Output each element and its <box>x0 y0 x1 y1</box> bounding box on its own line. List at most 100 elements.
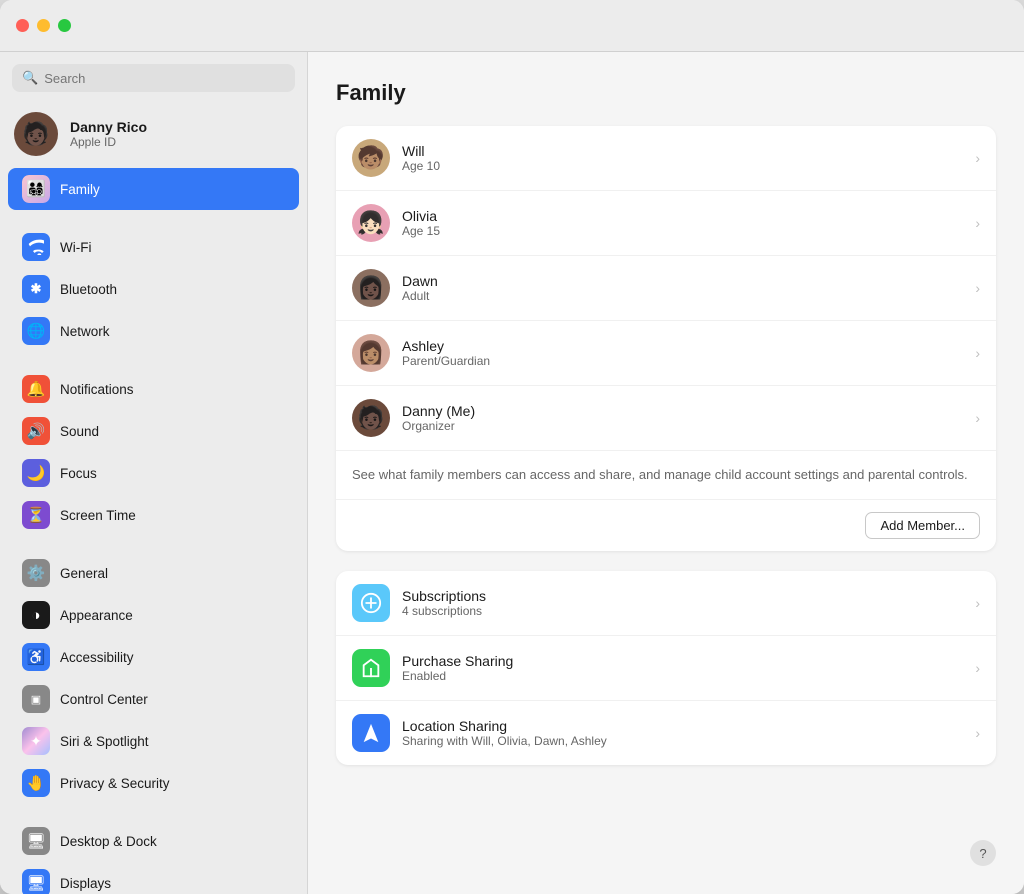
sidebar-item-wifi[interactable]: Wi-Fi <box>8 226 299 268</box>
chevron-icon: › <box>975 215 980 231</box>
desktop-icon: 🖥 <box>22 827 50 855</box>
location-icon <box>352 714 390 752</box>
close-button[interactable] <box>16 19 29 32</box>
member-role-will: Age 10 <box>402 159 963 173</box>
sidebar-item-label: Bluetooth <box>60 282 117 297</box>
siri-icon: ✦ <box>22 727 50 755</box>
sidebar-item-label: Appearance <box>60 608 133 623</box>
member-avatar-olivia: 👧🏻 <box>352 204 390 242</box>
bluetooth-icon: ✱ <box>22 275 50 303</box>
sidebar-item-label: Family <box>60 182 100 197</box>
member-info-dawn: Dawn Adult <box>402 273 963 303</box>
chevron-icon: › <box>975 150 980 166</box>
sidebar-item-label: Privacy & Security <box>60 776 170 791</box>
service-name-purchase: Purchase Sharing <box>402 653 963 669</box>
screentime-icon: ⏳ <box>22 501 50 529</box>
page-title: Family <box>336 80 996 106</box>
chevron-icon: › <box>975 595 980 611</box>
minimize-button[interactable] <box>37 19 50 32</box>
sidebar-item-appearance[interactable]: ◑ Appearance <box>8 594 299 636</box>
member-row-dawn[interactable]: 👩🏿 Dawn Adult › <box>336 256 996 321</box>
member-info-will: Will Age 10 <box>402 143 963 173</box>
sidebar-item-displays[interactable]: 🖥 Displays <box>8 862 299 894</box>
sound-icon: 🔊 <box>22 417 50 445</box>
member-info-danny: Danny (Me) Organizer <box>402 403 963 433</box>
sidebar-item-family[interactable]: 👨‍👩‍👧‍👦 Family <box>8 168 299 210</box>
avatar: 🧑🏿 <box>14 112 58 156</box>
sidebar-item-screentime[interactable]: ⏳ Screen Time <box>8 494 299 536</box>
sidebar-item-label: Desktop & Dock <box>60 834 157 849</box>
member-avatar-dawn: 👩🏿 <box>352 269 390 307</box>
user-profile[interactable]: 🧑🏿 Danny Rico Apple ID <box>0 104 307 168</box>
chevron-icon: › <box>975 280 980 296</box>
sidebar-item-label: Control Center <box>60 692 148 707</box>
member-name-will: Will <box>402 143 963 159</box>
accessibility-icon: ♿ <box>22 643 50 671</box>
network-icon: 🌐 <box>22 317 50 345</box>
service-sub-purchase: Enabled <box>402 669 963 683</box>
maximize-button[interactable] <box>58 19 71 32</box>
search-input[interactable] <box>44 71 285 86</box>
service-row-subscriptions[interactable]: Subscriptions 4 subscriptions › <box>336 571 996 636</box>
sidebar-item-accessibility[interactable]: ♿ Accessibility <box>8 636 299 678</box>
sidebar-item-bluetooth[interactable]: ✱ Bluetooth <box>8 268 299 310</box>
member-role-dawn: Adult <box>402 289 963 303</box>
service-sub-location: Sharing with Will, Olivia, Dawn, Ashley <box>402 734 963 748</box>
sidebar-item-sound[interactable]: 🔊 Sound <box>8 410 299 452</box>
sidebar-item-label: Wi-Fi <box>60 240 91 255</box>
sidebar-item-label: Accessibility <box>60 650 134 665</box>
appearance-icon: ◑ <box>22 601 50 629</box>
member-name-olivia: Olivia <box>402 208 963 224</box>
member-info-ashley: Ashley Parent/Guardian <box>402 338 963 368</box>
add-member-button[interactable]: Add Member... <box>865 512 980 539</box>
sidebar-item-general[interactable]: ⚙️ General <box>8 552 299 594</box>
member-row-ashley[interactable]: 👩🏽 Ashley Parent/Guardian › <box>336 321 996 386</box>
titlebar <box>0 0 1024 52</box>
subscriptions-icon <box>352 584 390 622</box>
sidebar-item-siri[interactable]: ✦ Siri & Spotlight <box>8 720 299 762</box>
member-role-danny: Organizer <box>402 419 963 433</box>
member-avatar-ashley: 👩🏽 <box>352 334 390 372</box>
user-name: Danny Rico <box>70 119 147 135</box>
service-name-subscriptions: Subscriptions <box>402 588 963 604</box>
service-info-subscriptions: Subscriptions 4 subscriptions <box>402 588 963 618</box>
member-role-olivia: Age 15 <box>402 224 963 238</box>
service-info-purchase: Purchase Sharing Enabled <box>402 653 963 683</box>
sidebar-item-label: Displays <box>60 876 111 891</box>
member-row-olivia[interactable]: 👧🏻 Olivia Age 15 › <box>336 191 996 256</box>
chevron-icon: › <box>975 345 980 361</box>
member-row-will[interactable]: 🧒🏽 Will Age 10 › <box>336 126 996 191</box>
sidebar-item-network[interactable]: 🌐 Network <box>8 310 299 352</box>
search-box[interactable]: 🔍 <box>12 64 295 92</box>
sidebar-item-desktop[interactable]: 🖥 Desktop & Dock <box>8 820 299 862</box>
service-row-location[interactable]: Location Sharing Sharing with Will, Oliv… <box>336 701 996 765</box>
sidebar-item-label: Notifications <box>60 382 134 397</box>
member-avatar-danny: 🧑🏿 <box>352 399 390 437</box>
focus-icon: 🌙 <box>22 459 50 487</box>
main-content: Family 🧒🏽 Will Age 10 › 👧🏻 Olivia <box>308 52 1024 894</box>
sidebar-item-label: Screen Time <box>60 508 136 523</box>
sidebar-item-notifications[interactable]: 🔔 Notifications <box>8 368 299 410</box>
user-info: Danny Rico Apple ID <box>70 119 147 149</box>
sidebar-item-label: Siri & Spotlight <box>60 734 149 749</box>
member-name-ashley: Ashley <box>402 338 963 354</box>
privacy-icon: 🤚 <box>22 769 50 797</box>
traffic-lights <box>16 19 71 32</box>
service-name-location: Location Sharing <box>402 718 963 734</box>
member-role-ashley: Parent/Guardian <box>402 354 963 368</box>
member-row-danny[interactable]: 🧑🏿 Danny (Me) Organizer › <box>336 386 996 450</box>
sidebar-item-privacy[interactable]: 🤚 Privacy & Security <box>8 762 299 804</box>
help-button[interactable]: ? <box>970 840 996 866</box>
user-subtitle: Apple ID <box>70 135 147 149</box>
sidebar-item-label: General <box>60 566 108 581</box>
services-card: Subscriptions 4 subscriptions › Purchase… <box>336 571 996 765</box>
sidebar-item-focus[interactable]: 🌙 Focus <box>8 452 299 494</box>
sidebar-item-controlcenter[interactable]: ▣ Control Center <box>8 678 299 720</box>
search-icon: 🔍 <box>22 70 38 86</box>
controlcenter-icon: ▣ <box>22 685 50 713</box>
service-row-purchase[interactable]: Purchase Sharing Enabled › <box>336 636 996 701</box>
sidebar-item-label: Sound <box>60 424 99 439</box>
displays-icon: 🖥 <box>22 869 50 894</box>
family-icon: 👨‍👩‍👧‍👦 <box>22 175 50 203</box>
sidebar-item-label: Focus <box>60 466 97 481</box>
